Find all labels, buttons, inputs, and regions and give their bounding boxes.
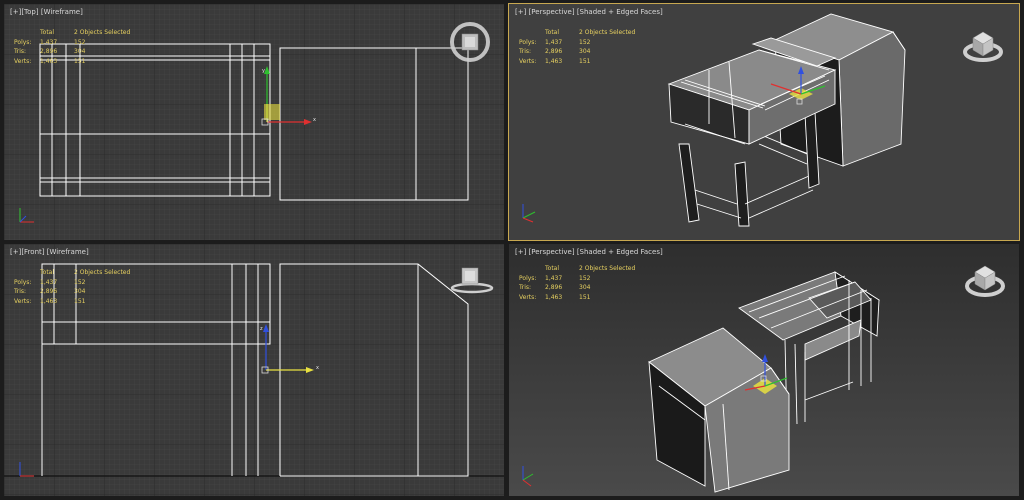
stats-label: Tris: xyxy=(14,48,27,56)
stats-selected: 152 xyxy=(74,38,86,46)
stats-header-selected: 2 Objects Selected xyxy=(74,29,131,36)
stats-header-total: Total xyxy=(40,29,55,36)
stats-label: Tris: xyxy=(519,48,532,56)
stats-selected: 152 xyxy=(74,278,86,286)
stats-label: Verts: xyxy=(14,57,32,65)
stats-total: 1,437 xyxy=(545,274,563,282)
stats-total: 2,896 xyxy=(40,288,58,296)
stats-selected: 151 xyxy=(579,57,591,65)
viewport-menu-plus[interactable]: [+] xyxy=(515,8,526,16)
viewport-shading-mode[interactable]: [Wireframe] xyxy=(47,248,89,256)
stats-overlay: Total 2 Objects Selected Polys: 1,437 152 T… xyxy=(14,28,130,66)
stats-selected: 152 xyxy=(579,38,591,46)
stats-label: Polys: xyxy=(14,38,32,46)
viewport-front[interactable]: z x [+][Front] [Wireframe] Total 2 Object… xyxy=(4,244,504,496)
stats-overlay: Total 2 Objects Selected Polys: 1,437 152 T… xyxy=(14,268,130,306)
stats-header-selected: 2 Objects Selected xyxy=(74,269,131,276)
stats-overlay: Total 2 Objects Selected Polys: 1,437 152 T… xyxy=(519,264,635,302)
stats-total: 1,463 xyxy=(545,57,563,65)
viewport-top[interactable]: y x [+][Top] [Wireframe] Total 2 Objects … xyxy=(4,4,504,240)
stats-total: 1,437 xyxy=(545,38,563,46)
viewport-label-perspective-1[interactable]: [+] [Perspective] [Shaded + Edged Faces] xyxy=(515,8,663,16)
stats-selected: 304 xyxy=(579,284,591,292)
stats-total: 1,463 xyxy=(40,297,58,305)
stats-label: Verts: xyxy=(519,57,537,65)
viewport-view-name[interactable]: [Perspective] xyxy=(529,248,575,256)
viewport-perspective-2[interactable]: [+] [Perspective] [Shaded + Edged Faces]… xyxy=(509,244,1019,496)
viewport-label-front[interactable]: [+][Front] [Wireframe] xyxy=(10,248,89,256)
viewport-menu-plus[interactable]: [+] xyxy=(515,248,526,256)
stats-total: 1,463 xyxy=(545,293,563,301)
viewport-view-name[interactable]: [Top] xyxy=(21,8,38,16)
viewport-view-name[interactable]: [Perspective] xyxy=(529,8,575,16)
viewport-shading-mode[interactable]: [Wireframe] xyxy=(41,8,83,16)
stats-label: Verts: xyxy=(14,297,32,305)
stats-total: 2,896 xyxy=(545,284,563,292)
viewport-view-name[interactable]: [Front] xyxy=(21,248,44,256)
viewport-menu-plus[interactable]: [+] xyxy=(10,248,21,256)
viewport-label-perspective-2[interactable]: [+] [Perspective] [Shaded + Edged Faces] xyxy=(515,248,663,256)
viewport-shading-mode[interactable]: [Shaded + Edged Faces] xyxy=(577,248,663,256)
viewport-perspective-1[interactable]: [+] [Perspective] [Shaded + Edged Faces]… xyxy=(509,4,1019,240)
stats-label: Polys: xyxy=(14,278,32,286)
stats-total: 1,437 xyxy=(40,38,58,46)
stats-selected: 151 xyxy=(74,57,86,65)
viewport-label-top[interactable]: [+][Top] [Wireframe] xyxy=(10,8,83,16)
gizmo-label-y: y xyxy=(262,68,265,74)
stats-label: Polys: xyxy=(519,38,537,46)
gizmo-label-x: x xyxy=(316,365,319,371)
stats-header-selected: 2 Objects Selected xyxy=(579,265,636,272)
stats-selected: 151 xyxy=(74,297,86,305)
viewport-menu-plus[interactable]: [+] xyxy=(10,8,21,16)
gizmo-label-x: x xyxy=(313,117,316,123)
gizmo-label-z: z xyxy=(260,326,263,332)
stats-selected: 304 xyxy=(74,288,86,296)
stats-selected: 152 xyxy=(579,274,591,282)
stats-header-selected: 2 Objects Selected xyxy=(579,29,636,36)
stats-header-total: Total xyxy=(545,29,560,36)
stats-total: 1,437 xyxy=(40,278,58,286)
stats-label: Tris: xyxy=(519,284,532,292)
stats-selected: 151 xyxy=(579,293,591,301)
stats-total: 2,896 xyxy=(545,48,563,56)
stats-total: 1,463 xyxy=(40,57,58,65)
stats-selected: 304 xyxy=(579,48,591,56)
stats-total: 2,896 xyxy=(40,48,58,56)
viewport-shading-mode[interactable]: [Shaded + Edged Faces] xyxy=(577,8,663,16)
stats-label: Tris: xyxy=(14,288,27,296)
stats-label: Verts: xyxy=(519,293,537,301)
stats-overlay: Total 2 Objects Selected Polys: 1,437 152 T… xyxy=(519,28,635,66)
stats-header-total: Total xyxy=(545,265,560,272)
stats-header-total: Total xyxy=(40,269,55,276)
stats-selected: 304 xyxy=(74,48,86,56)
stats-label: Polys: xyxy=(519,274,537,282)
